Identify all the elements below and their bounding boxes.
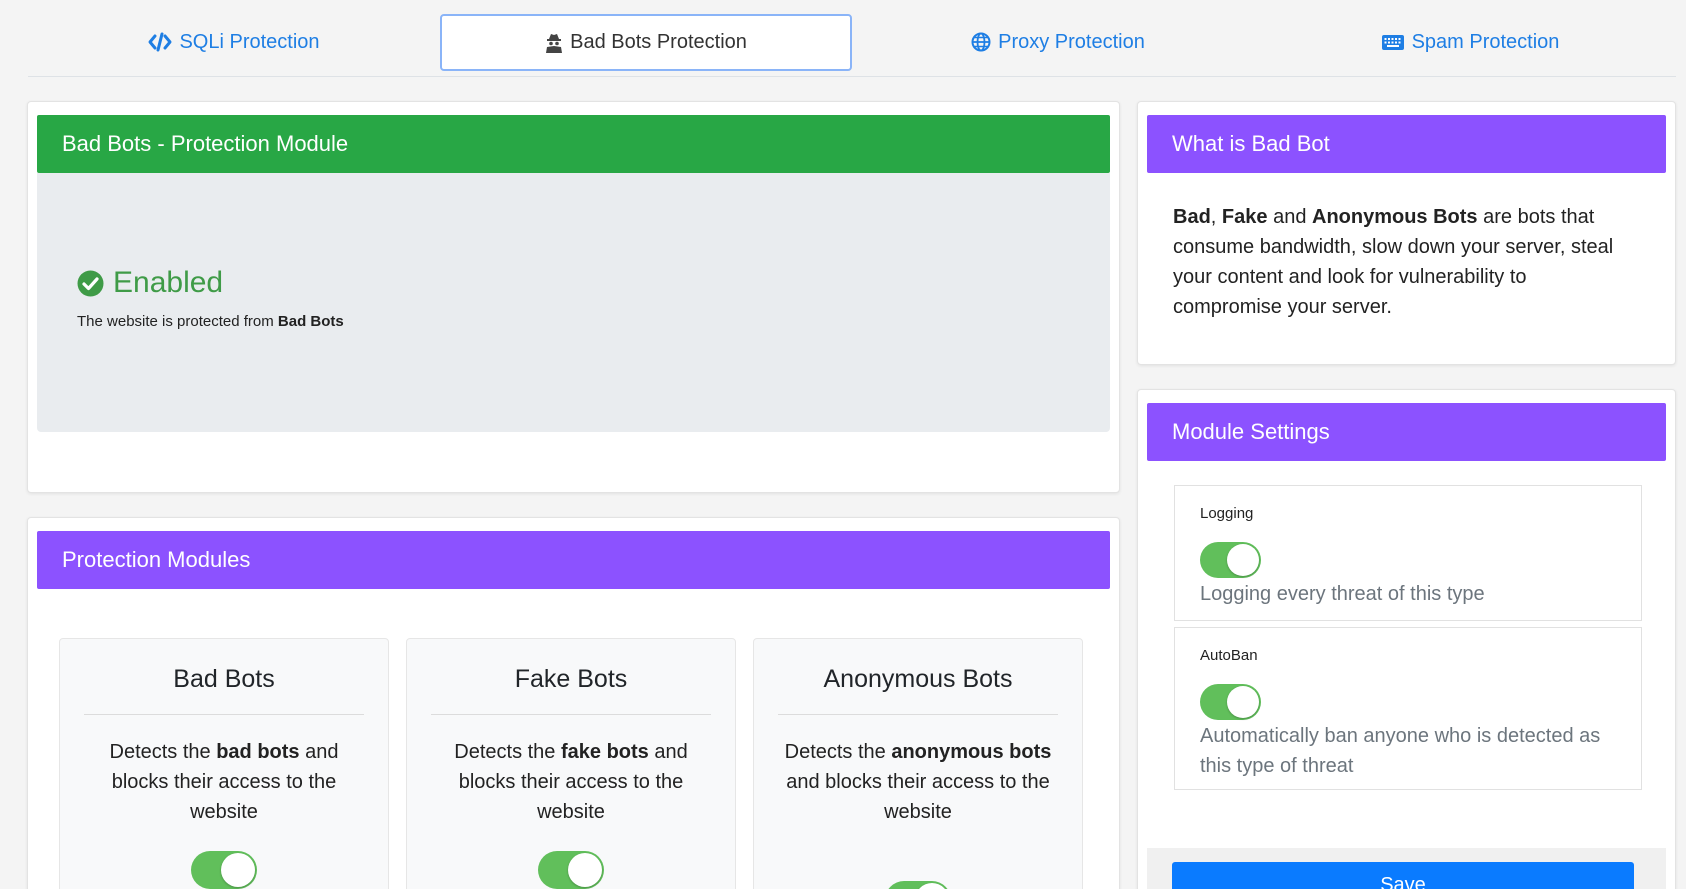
divider	[778, 714, 1058, 715]
module-title: Fake Bots	[514, 665, 628, 693]
tab-label: SQLi Protection	[179, 30, 320, 53]
code-icon	[148, 32, 172, 52]
logging-toggle[interactable]	[1200, 542, 1261, 578]
tab-label: Proxy Protection	[998, 30, 1145, 53]
save-button[interactable]: Save	[1172, 862, 1634, 889]
modules-card-header: Protection Modules	[37, 531, 1110, 589]
what-is-bad-bot-card: What is Bad Bot Bad, Fake and Anonymous …	[1137, 101, 1676, 365]
setting-description: Automatically ban anyone who is detected…	[1200, 725, 1601, 777]
info-text: and	[1267, 206, 1312, 228]
user-secret-icon	[545, 33, 563, 53]
desc-bold: fake bots	[560, 741, 649, 763]
globe-icon	[971, 32, 991, 52]
module-bad-bots: Bad Bots Detects the bad bots and blocks…	[59, 638, 389, 889]
tab-label: Spam Protection	[1411, 30, 1560, 53]
protection-modules-card: Protection Modules Bad Bots Detects the …	[27, 517, 1120, 889]
logging-setting: Logging Logging every threat of this typ…	[1174, 485, 1642, 621]
tab-bad-bots-protection[interactable]: Bad Bots Protection	[440, 14, 852, 71]
tab-label: Bad Bots Protection	[570, 31, 747, 53]
check-circle-icon	[77, 270, 104, 296]
module-anonymous-bots: Anonymous Bots Detects the anonymous bot…	[753, 638, 1083, 889]
status-description: The website is protected from Bad Bots	[77, 313, 344, 330]
toggle-knob	[568, 853, 602, 887]
info-card-header: What is Bad Bot	[1147, 115, 1666, 173]
tab-sqli-protection[interactable]: SQLi Protection	[28, 14, 440, 70]
toggle-knob	[221, 853, 255, 887]
setting-description: Logging every threat of this type	[1200, 583, 1485, 605]
tab-bar: SQLi Protection Bad Bots Protection Prox…	[28, 14, 1676, 77]
tab-spam-protection[interactable]: Spam Protection	[1264, 14, 1676, 70]
status-label: Enabled	[113, 266, 224, 299]
anonymous-bots-toggle[interactable]	[885, 881, 951, 889]
desc-text: Detects the	[109, 741, 217, 763]
status-card-header: Bad Bots - Protection Module	[37, 115, 1110, 173]
save-footer: Save	[1147, 848, 1666, 889]
info-text: ,	[1210, 206, 1222, 228]
module-description: Detects the bad bots and blocks their ac…	[80, 737, 368, 827]
divider	[84, 714, 364, 715]
module-title: Anonymous Bots	[823, 665, 1013, 693]
setting-label: AutoBan	[1200, 647, 1258, 664]
info-description: Bad, Fake and Anonymous Bots are bots th…	[1173, 202, 1625, 322]
status-description-bold: Bad Bots	[277, 313, 344, 330]
toggle-knob	[915, 883, 949, 889]
desc-bold: anonymous bots	[891, 741, 1052, 763]
protection-status-card: Bad Bots - Protection Module Enabled The…	[27, 101, 1120, 493]
toggle-knob	[1227, 686, 1259, 718]
tab-proxy-protection[interactable]: Proxy Protection	[852, 14, 1264, 70]
toggle-knob	[1227, 544, 1259, 576]
status-panel: Enabled The website is protected from Ba…	[37, 173, 1110, 432]
module-title: Bad Bots	[173, 665, 275, 693]
bad-bots-toggle[interactable]	[191, 851, 257, 889]
keyboard-icon	[1381, 34, 1405, 51]
fake-bots-toggle[interactable]	[538, 851, 604, 889]
desc-text: Detects the	[784, 741, 892, 763]
info-bold: Anonymous Bots	[1312, 206, 1478, 228]
setting-label: Logging	[1200, 505, 1254, 522]
desc-bold: bad bots	[216, 741, 300, 763]
status-description-text: The website is protected from	[77, 313, 278, 330]
module-fake-bots: Fake Bots Detects the fake bots and bloc…	[406, 638, 736, 889]
settings-card-header: Module Settings	[1147, 403, 1666, 461]
module-description: Detects the anonymous bots and blocks th…	[774, 737, 1062, 827]
desc-text: Detects the	[454, 741, 561, 763]
info-bold: Bad	[1173, 206, 1211, 228]
info-bold: Fake	[1221, 206, 1268, 228]
autoban-setting: AutoBan Automatically ban anyone who is …	[1174, 627, 1642, 790]
autoban-toggle[interactable]	[1200, 684, 1261, 720]
module-description: Detects the fake bots and blocks their a…	[427, 737, 715, 827]
enabled-status: Enabled	[77, 266, 223, 300]
module-settings-card: Module Settings Logging Logging every th…	[1137, 389, 1676, 889]
divider	[431, 714, 711, 715]
desc-text: and blocks their access to the website	[786, 771, 1050, 823]
